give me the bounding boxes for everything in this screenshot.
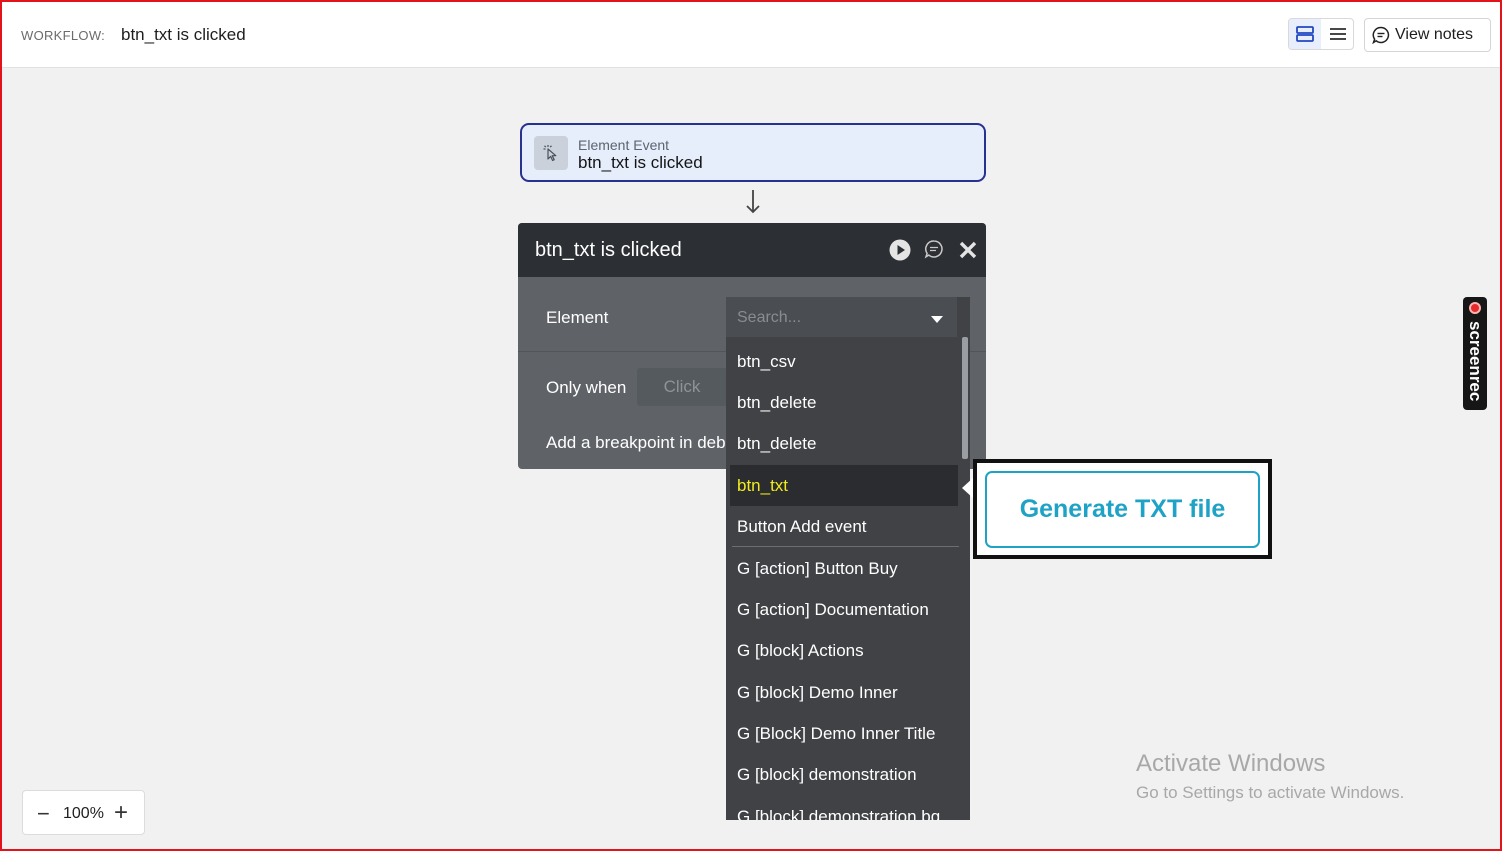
dropdown-item[interactable]: G [action] Documentation bbox=[730, 589, 958, 630]
list-view-button[interactable] bbox=[1322, 19, 1354, 49]
view-toggle bbox=[1288, 18, 1354, 50]
dropdown-divider bbox=[732, 546, 959, 547]
caret-down-icon[interactable] bbox=[931, 316, 943, 323]
zoom-control: − 100% + bbox=[22, 790, 145, 835]
view-notes-button[interactable]: View notes bbox=[1364, 18, 1491, 52]
zoom-level: 100% bbox=[63, 805, 104, 822]
dropdown-item[interactable]: btn_csv bbox=[730, 341, 958, 382]
dropdown-item-highlighted[interactable]: btn_txt bbox=[730, 465, 958, 506]
card-view-icon bbox=[1296, 26, 1314, 42]
screenrec-label: screenrec bbox=[1466, 321, 1485, 402]
element-dropdown: Search... btn_csv btn_delete btn_delete … bbox=[726, 297, 970, 820]
record-dot-icon bbox=[1469, 302, 1481, 314]
event-type-label: Element Event bbox=[578, 137, 670, 153]
zoom-in-button[interactable]: + bbox=[114, 799, 128, 827]
play-icon[interactable] bbox=[889, 239, 911, 261]
generate-txt-button-preview: Generate TXT file bbox=[985, 471, 1260, 548]
zoom-out-button[interactable]: − bbox=[37, 801, 50, 827]
view-notes-label: View notes bbox=[1395, 26, 1473, 43]
event-name-label: btn_txt is clicked bbox=[578, 153, 703, 172]
dropdown-item[interactable]: G [block] demonstration bg bbox=[730, 796, 958, 821]
element-field-label: Element bbox=[546, 308, 609, 327]
callout-pointer bbox=[962, 478, 973, 498]
arrow-down-icon bbox=[746, 190, 760, 214]
dropdown-scrollbar[interactable] bbox=[962, 337, 968, 459]
dropdown-item[interactable]: G [block] demonstration bbox=[730, 754, 958, 795]
card-view-button[interactable] bbox=[1289, 19, 1321, 49]
comment-icon[interactable] bbox=[924, 239, 944, 259]
dropdown-item[interactable]: G [Block] Demo Inner Title bbox=[730, 713, 958, 754]
activation-watermark-title: Activate Windows bbox=[1136, 750, 1326, 777]
activation-watermark-subtitle: Go to Settings to activate Windows. bbox=[1136, 783, 1405, 802]
search-placeholder: Search... bbox=[737, 309, 802, 326]
workflow-label: WORKFLOW: bbox=[21, 28, 106, 43]
workflow-header: WORKFLOW: btn_txt is clicked View notes bbox=[2, 2, 1500, 68]
dropdown-item[interactable]: G [action] Button Buy bbox=[730, 548, 958, 589]
panel-header: btn_txt is clicked bbox=[518, 223, 986, 277]
panel-title: btn_txt is clicked bbox=[535, 239, 682, 261]
only-when-condition-field[interactable]: Click bbox=[637, 368, 727, 406]
close-icon[interactable] bbox=[959, 241, 977, 259]
dropdown-item[interactable]: btn_delete bbox=[730, 423, 958, 464]
cursor-click-icon bbox=[534, 136, 568, 170]
dropdown-item[interactable]: btn_delete bbox=[730, 382, 958, 423]
breakpoint-label: Add a breakpoint in deb bbox=[546, 433, 726, 452]
screenrec-widget[interactable]: screenrec bbox=[1463, 297, 1487, 410]
element-event-card[interactable]: Element Event btn_txt is clicked bbox=[520, 123, 986, 182]
workflow-name[interactable]: btn_txt is clicked bbox=[121, 25, 246, 45]
dropdown-item[interactable]: G [block] Actions bbox=[730, 630, 958, 671]
list-view-icon bbox=[1330, 28, 1346, 40]
element-preview-callout: Generate TXT file bbox=[973, 459, 1272, 559]
element-search-input[interactable]: Search... bbox=[726, 297, 957, 337]
dropdown-item[interactable]: G [block] Demo Inner bbox=[730, 672, 958, 713]
chat-bubble-icon bbox=[1372, 26, 1390, 44]
dropdown-item[interactable]: Button Add event bbox=[730, 506, 958, 547]
only-when-label: Only when bbox=[546, 378, 627, 397]
